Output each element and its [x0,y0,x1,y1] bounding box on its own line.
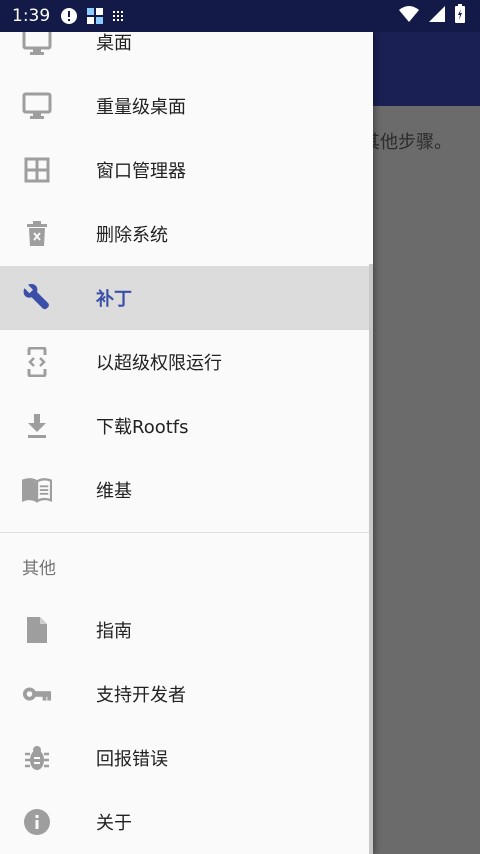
status-time: 1:39 [12,6,51,26]
drawer-item-window-manager[interactable]: 窗口管理器 [0,138,373,202]
drawer-item-delete-system[interactable]: 删除系统 [0,202,373,266]
section-header-other: 其他 [22,559,56,579]
drawer-item-label: 重量级桌面 [96,97,186,118]
drawer-item-patch[interactable]: 补丁 [0,266,373,330]
info-icon [22,807,52,837]
drawer-item-label: 桌面 [96,33,132,54]
document-icon [22,615,52,645]
navigation-drawer: 桌面 重量级桌面 窗口管理器 删除系统 补丁 以超级权限运行 下载Rootfs … [0,32,373,854]
trash-icon [22,219,52,249]
drawer-item-label: 关于 [96,813,132,834]
app-tiles-icon [86,7,104,25]
download-icon [22,411,52,441]
drawer-item-desktop[interactable]: 桌面 [0,32,373,74]
drawer-item-support-developer[interactable]: 支持开发者 [0,662,373,726]
grid-icon [22,155,52,185]
wrench-icon [22,283,52,313]
bug-icon [22,743,52,773]
dots-grid-icon [112,10,124,22]
drawer-item-label: 支持开发者 [96,685,186,706]
drawer-item-guide[interactable]: 指南 [0,598,373,662]
wifi-icon [398,5,420,27]
drawer-item-label: 下载Rootfs [96,417,189,438]
drawer-item-label: 回报错误 [96,749,168,770]
code-phone-icon [22,347,52,377]
status-bar: 1:39 [0,0,480,32]
monitor-icon [22,32,52,57]
alert-icon [60,7,78,25]
drawer-item-label: 以超级权限运行 [96,353,222,374]
drawer-item-label: 补丁 [96,289,132,310]
drawer-scrollbar[interactable] [369,264,373,854]
key-icon [22,679,52,709]
monitor-icon [22,91,52,121]
drawer-item-download-rootfs[interactable]: 下载Rootfs [0,394,373,458]
battery-icon [454,4,466,28]
drawer-item-wiki[interactable]: 维基 [0,458,373,522]
drawer-item-heavy-desktop[interactable]: 重量级桌面 [0,74,373,138]
drawer-item-label: 指南 [96,621,132,642]
drawer-item-report-bug[interactable]: 回报错误 [0,726,373,790]
drawer-item-about[interactable]: 关于 [0,790,373,854]
drawer-item-label: 维基 [96,481,132,502]
book-icon [22,475,52,505]
background-text: 其他步骤。 [362,132,452,153]
signal-icon [428,5,446,27]
section-divider [0,532,373,533]
drawer-item-run-as-root[interactable]: 以超级权限运行 [0,330,373,394]
drawer-item-label: 窗口管理器 [96,161,186,182]
drawer-item-label: 删除系统 [96,225,168,246]
